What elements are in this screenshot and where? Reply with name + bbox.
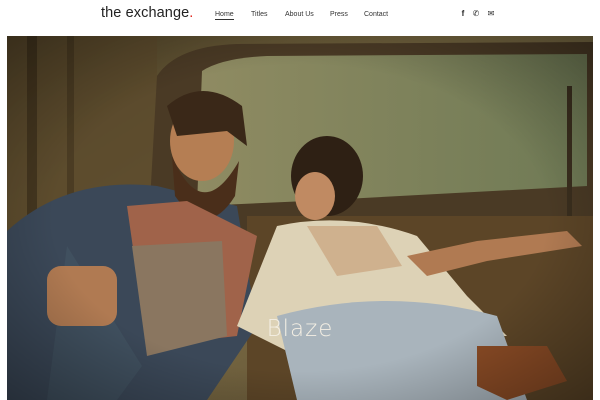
logo-text: the exchange	[101, 5, 190, 21]
top-navbar: the exchange. Home Titles About Us Press…	[0, 0, 600, 34]
nav-about-us[interactable]: About Us	[285, 11, 314, 18]
nav-press[interactable]: Press	[330, 11, 348, 18]
facebook-icon[interactable]: f	[458, 9, 468, 18]
nav-home[interactable]: Home	[215, 11, 234, 20]
hero-banner[interactable]: Blaze	[7, 36, 593, 400]
nav-contact[interactable]: Contact	[364, 11, 388, 18]
nav-titles[interactable]: Titles	[251, 11, 267, 18]
site-logo[interactable]: the exchange.	[101, 5, 193, 21]
envelope-icon[interactable]: ✉	[486, 9, 496, 18]
hero-image	[7, 36, 593, 400]
phone-icon[interactable]: ✆	[471, 9, 481, 18]
logo-dot: .	[189, 5, 194, 21]
hero-title[interactable]: Blaze	[7, 316, 593, 342]
